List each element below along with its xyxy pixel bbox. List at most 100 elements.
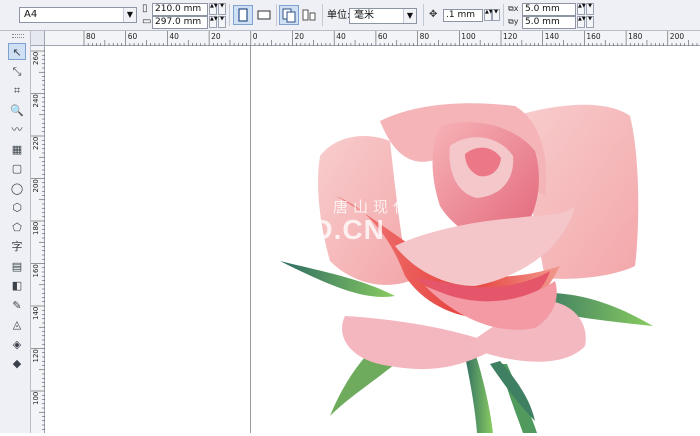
crop-tool[interactable]: ⌗ <box>8 82 26 99</box>
ruler-label: 160 <box>586 32 601 41</box>
ruler-origin[interactable] <box>31 31 45 46</box>
interactive-effects-tool[interactable]: ◧ <box>8 277 26 294</box>
units-select[interactable]: 毫米 ▼ <box>349 8 417 24</box>
duplicate-x-field[interactable]: 5.0 mm <box>522 3 576 16</box>
nudge-distance-field[interactable]: .1 mm <box>443 9 483 22</box>
landscape-button[interactable] <box>254 5 274 25</box>
ruler-label: 20 <box>295 32 305 41</box>
all-pages-icon <box>282 8 296 23</box>
chevron-down-icon[interactable]: ▼ <box>123 8 136 22</box>
horizontal-ruler-ticks: 80 60 40 20 0 20 40 60 80 100 120 140 160 180 200 <box>83 31 698 46</box>
duplicate-y-spinner-down[interactable]: ▼ <box>586 16 594 28</box>
eyedropper-icon: ✎ <box>12 298 22 312</box>
toolbar-separator <box>322 4 323 26</box>
ellipse-tool[interactable]: ◯ <box>8 180 26 197</box>
polygon-tool[interactable]: ⬡ <box>8 199 26 216</box>
page-height-field[interactable]: 297.0 mm <box>152 16 208 29</box>
duplicate-y-icon: ⧉y <box>508 17 519 26</box>
shape-icon: ⤡ <box>12 64 22 78</box>
text-tool[interactable]: 字 <box>8 238 26 255</box>
portrait-icon <box>238 8 248 22</box>
current-page-button[interactable] <box>299 5 319 25</box>
fill-tool[interactable]: ◈ <box>8 336 26 353</box>
nudge-spinner[interactable]: ▲▼ <box>484 9 493 21</box>
paper-preset-select[interactable]: A4 ▼ <box>19 7 137 23</box>
table-tool[interactable]: ▤ <box>8 258 26 275</box>
nudge-distance-value: .1 mm <box>446 10 475 20</box>
leaf <box>490 361 535 421</box>
basic-shapes-tool[interactable]: ⬠ <box>8 219 26 236</box>
toolbox-grip[interactable] <box>12 34 24 38</box>
pick-icon: ↖ <box>12 46 22 59</box>
all-pages-button[interactable] <box>279 5 299 25</box>
rectangle-tool[interactable]: ▢ <box>8 160 26 177</box>
eyedropper-tool[interactable]: ✎ <box>8 297 26 314</box>
smart-fill-icon: ▦ <box>11 142 23 156</box>
page-height-spinner[interactable]: ▲▼ <box>209 16 218 28</box>
ruler-label: 100 <box>461 32 476 41</box>
ellipse-icon: ◯ <box>10 181 24 195</box>
toolbar-separator <box>503 4 504 26</box>
page-height-value: 297.0 mm <box>155 17 202 27</box>
ruler-label: 60 <box>128 32 138 41</box>
chevron-down-icon[interactable]: ▼ <box>403 9 416 23</box>
units-value: 毫米 <box>354 10 374 21</box>
portrait-button[interactable] <box>233 5 253 25</box>
basic-shapes-icon: ⬠ <box>12 220 22 234</box>
page-height-spinner-down[interactable]: ▼ <box>218 16 226 28</box>
ruler-label: 120 <box>32 349 40 362</box>
ruler-label: 40 <box>336 32 346 41</box>
zoom-tool[interactable]: 🔍 <box>8 102 26 119</box>
vertical-ruler[interactable]: 260 240 220 200 180 160 140 120 100 <box>31 46 45 433</box>
ruler-label: 60 <box>378 32 388 41</box>
ruler-label: 140 <box>32 307 40 320</box>
duplicate-x-spinner[interactable]: ▲▼ <box>577 3 586 15</box>
outline-icon: ◬ <box>12 318 22 331</box>
pick-tool[interactable]: ↖ <box>8 43 26 60</box>
toolbar-separator <box>423 4 424 26</box>
ruler-label: 80 <box>86 32 96 41</box>
ruler-label: 140 <box>545 32 560 41</box>
ruler-label: 100 <box>32 392 40 405</box>
drawing-canvas[interactable]: 唐山现代 SXD.CN <box>45 46 700 433</box>
duplicate-x-spinner-down[interactable]: ▼ <box>586 3 594 15</box>
ruler-label: 20 <box>211 32 221 41</box>
interactive-fill-icon: ◆ <box>12 357 22 370</box>
page-width-field[interactable]: 210.0 mm <box>152 3 208 16</box>
duplicate-y-value: 5.0 mm <box>525 17 560 27</box>
landscape-icon <box>257 10 271 20</box>
page-width-spinner[interactable]: ▲▼ <box>209 3 218 15</box>
polygon-icon: ⬡ <box>12 201 22 214</box>
freehand-tool[interactable]: 〰 <box>8 121 26 138</box>
shape-tool[interactable]: ⤡ <box>8 63 26 80</box>
ruler-label: 120 <box>503 32 518 41</box>
ruler-label: 220 <box>32 137 40 150</box>
unit-label: 单位: <box>327 10 351 21</box>
fill-icon: ◈ <box>12 337 22 351</box>
page-height-icon: ▭ <box>142 16 152 27</box>
smart-fill-tool[interactable]: ▦ <box>8 141 26 158</box>
text-icon: 字 <box>11 240 23 253</box>
watermark-domain: SXD.CN <box>273 214 385 245</box>
duplicate-y-spinner[interactable]: ▲▼ <box>577 16 586 28</box>
interactive-effects-icon: ◧ <box>11 279 23 292</box>
watermark: 唐山现代 SXD.CN <box>273 196 473 256</box>
property-bar: A4 ▼ ▯ 210.0 mm ▲▼ ▼ ▭ 297.0 mm ▲▼ ▼ 单位:… <box>0 0 700 31</box>
nudge-spinner-down[interactable]: ▼ <box>492 9 500 21</box>
page-width-spinner-down[interactable]: ▼ <box>218 3 226 15</box>
ruler-label: 80 <box>420 32 430 41</box>
freehand-icon: 〰 <box>11 123 23 136</box>
ruler-label: 40 <box>169 32 179 41</box>
ruler-label: 260 <box>32 52 40 65</box>
nudge-icon: ✥ <box>429 9 438 20</box>
paper-preset-value: A4 <box>24 9 38 20</box>
rectangle-icon: ▢ <box>11 162 23 175</box>
duplicate-y-field[interactable]: 5.0 mm <box>522 16 576 29</box>
ruler-label: 200 <box>32 179 40 192</box>
crop-icon: ⌗ <box>13 84 21 97</box>
horizontal-ruler[interactable]: 80 60 40 20 0 20 40 60 80 100 120 140 160 180 200 <box>45 31 700 46</box>
ruler-label: 0 <box>253 32 258 41</box>
outline-tool[interactable]: ◬ <box>8 316 26 333</box>
toolbar-separator <box>276 4 277 26</box>
interactive-fill-tool[interactable]: ◆ <box>8 355 26 372</box>
